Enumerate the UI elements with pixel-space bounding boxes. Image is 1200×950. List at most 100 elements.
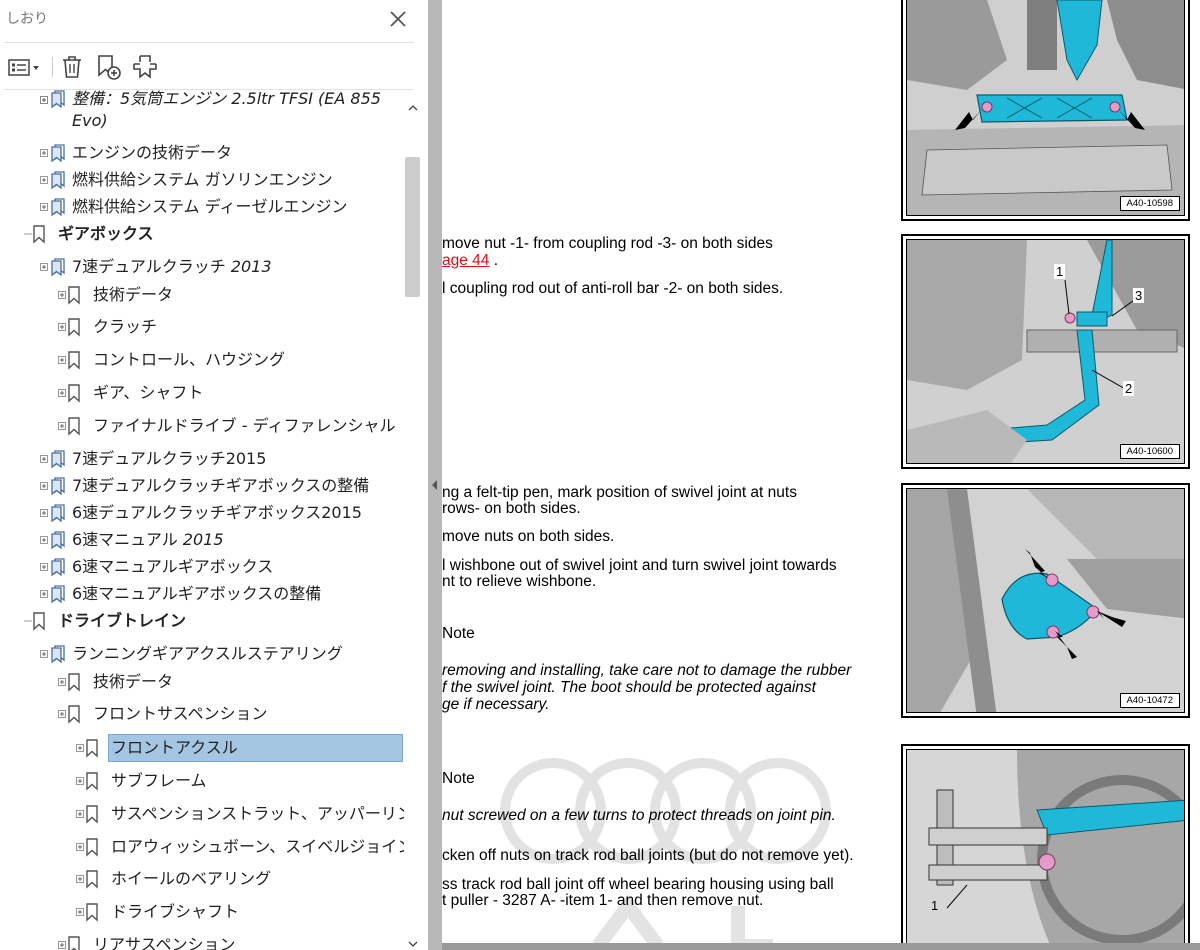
figure-coupling-rod: 1 3 2 A40-10600	[901, 234, 1190, 469]
tree-item[interactable]: サスペンションストラット、アッパーリンク	[0, 799, 404, 829]
tree-item[interactable]: ギア、シャフト	[0, 378, 404, 408]
delete-bookmark-icon[interactable]	[58, 51, 86, 83]
bookmark-icon	[85, 902, 99, 922]
figure-code: A40-10598	[1119, 196, 1180, 211]
tree-item-label: 技術データ	[93, 672, 174, 691]
expand-icon[interactable]	[58, 941, 66, 949]
expand-icon[interactable]	[40, 590, 48, 598]
tree-item-label: ホイールのベアリング	[111, 869, 272, 888]
expand-icon[interactable]	[40, 96, 48, 104]
step-text: move nuts on both sides.	[442, 528, 615, 545]
tree-item[interactable]: 技術データ	[0, 667, 404, 697]
tree-item[interactable]: 整備：5気筒エンジン 2.5ltr TFSI (EA 855 Evo)	[0, 90, 404, 138]
expand-icon[interactable]	[76, 810, 84, 818]
expand-icon[interactable]	[58, 323, 66, 331]
expand-icon[interactable]	[40, 509, 48, 517]
tree-item-label: フロントサスペンション	[93, 704, 268, 723]
page-edge	[442, 943, 1200, 950]
collapse-arrow-icon[interactable]	[431, 476, 439, 495]
tree-item-label-continued: Evo)	[72, 111, 108, 130]
step-text: l coupling rod out of anti-roll bar -2- …	[442, 280, 784, 297]
step-text: age 44 .	[442, 252, 499, 269]
expand-icon[interactable]	[40, 455, 48, 463]
page-link[interactable]: age 44	[442, 252, 489, 269]
expand-icon[interactable]	[40, 536, 48, 544]
expand-icon[interactable]	[40, 176, 48, 184]
tree-item[interactable]: ドライブトレイン	[0, 606, 404, 636]
tree-item[interactable]: 6速デュアルクラッチギアボックス2015	[0, 498, 404, 528]
scroll-up-icon[interactable]	[404, 100, 422, 114]
tree-item[interactable]: リアサスペンション	[0, 930, 404, 950]
bookmark-icon	[85, 738, 99, 758]
expand-icon[interactable]	[58, 422, 66, 430]
expand-icon[interactable]	[40, 482, 48, 490]
tree-item[interactable]: サブフレーム	[0, 766, 404, 796]
tree-item[interactable]: ランニングギアアクスルステアリング	[0, 639, 404, 669]
tree-item[interactable]: ホイールのベアリング	[0, 864, 404, 894]
tree-item-label: ランニングギアアクスルステアリング	[72, 644, 343, 663]
tree-item-label: サブフレーム	[111, 771, 207, 790]
toolbar-divider	[52, 57, 53, 77]
scrollbar-thumb[interactable]	[405, 157, 420, 297]
expand-icon[interactable]	[40, 203, 48, 211]
tree-item[interactable]: 技術データ	[0, 280, 404, 310]
tree-item[interactable]: 6速マニュアル 2015	[0, 525, 404, 555]
tree-item-selected[interactable]: フロントアクスル	[0, 733, 404, 763]
tree-item[interactable]: 7速デュアルクラッチ2015	[0, 444, 404, 474]
expand-icon[interactable]	[40, 650, 48, 658]
tree-item[interactable]: クラッチ	[0, 312, 404, 342]
expand-icon[interactable]	[40, 263, 48, 271]
find-current-bookmark-icon[interactable]	[130, 51, 160, 83]
tree-item[interactable]: エンジンの技術データ	[0, 138, 404, 168]
tree-item[interactable]: 6速マニュアルギアボックスの整備	[0, 579, 404, 609]
options-menu-icon[interactable]	[6, 51, 42, 83]
new-bookmark-icon[interactable]	[94, 51, 124, 83]
bookmark-stack-icon	[50, 197, 65, 217]
tree-item[interactable]: 7速デュアルクラッチ 2013	[0, 252, 404, 282]
tree-item-label: 燃料供給システム ディーゼルエンジン	[72, 197, 348, 216]
tree-item[interactable]: 6速マニュアルギアボックス	[0, 552, 404, 582]
bookmark-stack-icon	[50, 449, 65, 469]
expand-icon[interactable]	[76, 744, 84, 752]
expand-icon[interactable]	[58, 678, 66, 686]
expand-icon[interactable]	[76, 908, 84, 916]
expand-icon[interactable]	[58, 710, 66, 718]
bookmark-icon	[85, 837, 99, 857]
tree-item[interactable]: 燃料供給システム ディーゼルエンジン	[0, 192, 404, 222]
tree-item[interactable]: フロントサスペンション	[0, 699, 404, 729]
bookmark-icon	[67, 285, 81, 305]
figure-code: A40-10600	[1119, 444, 1180, 459]
tree-item-label: ギアボックス	[58, 224, 154, 243]
tree-item[interactable]: 7速デュアルクラッチギアボックスの整備	[0, 471, 404, 501]
expand-icon[interactable]	[40, 563, 48, 571]
note-text: ge if necessary.	[442, 696, 550, 713]
tree-item[interactable]: ロアウィッシュボーン、スイベルジョイント	[0, 832, 404, 862]
step-text: nt to relieve wishbone.	[442, 573, 597, 590]
step-text: t puller - 3287 A- -item 1- and then rem…	[442, 892, 764, 909]
expand-icon[interactable]	[58, 291, 66, 299]
bookmark-icon	[85, 771, 99, 791]
expand-icon[interactable]	[76, 875, 84, 883]
tree-item[interactable]: ファイナルドライブ - ディファレンシャル	[0, 411, 404, 441]
expand-icon[interactable]	[76, 843, 84, 851]
bookmark-stack-icon	[50, 557, 65, 577]
panel-splitter[interactable]	[428, 0, 442, 950]
figure-swivel-joint: A40-10472	[901, 483, 1190, 718]
expand-icon[interactable]	[58, 356, 66, 364]
step-text: l wishbone out of swivel joint and turn …	[442, 557, 837, 574]
tree-item-label: リアサスペンション	[93, 935, 236, 950]
tree-item-label: 技術データ	[93, 285, 174, 304]
expand-icon[interactable]	[58, 389, 66, 397]
bookmark-stack-icon	[50, 143, 65, 163]
expand-icon[interactable]	[76, 777, 84, 785]
step-text: rows- on both sides.	[442, 500, 581, 517]
tree-item[interactable]: コントロール、ハウジング	[0, 345, 404, 375]
bookmarks-panel: しおり 整備：5気筒エンジン 2.5ltr TFSI (EA 855 Evo) …	[0, 0, 428, 950]
tree-item[interactable]: ドライブシャフト	[0, 897, 404, 927]
bookmark-icon	[67, 416, 81, 436]
tree-item[interactable]: ギアボックス	[0, 219, 404, 249]
close-icon[interactable]	[388, 9, 408, 29]
tree-item[interactable]: 燃料供給システム ガソリンエンジン	[0, 165, 404, 195]
scroll-down-icon[interactable]	[404, 936, 422, 950]
expand-icon[interactable]	[40, 149, 48, 157]
